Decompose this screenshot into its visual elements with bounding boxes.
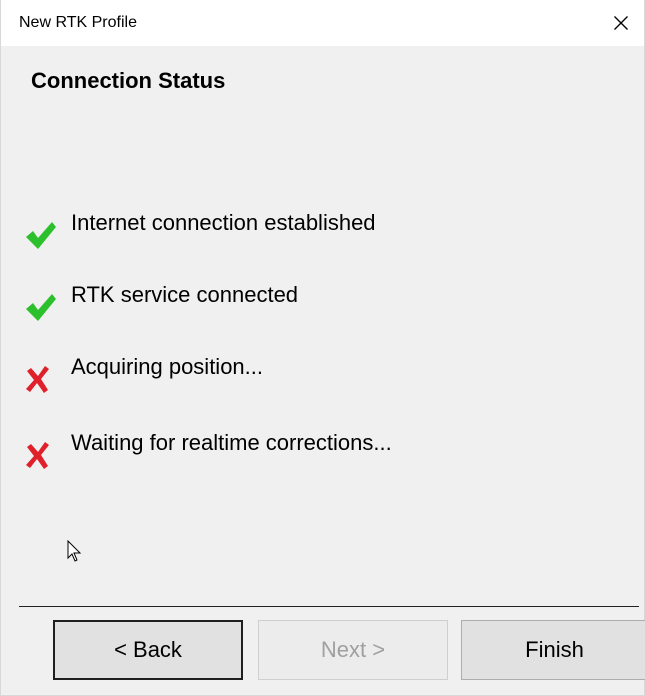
status-item-internet: Internet connection established	[1, 210, 601, 250]
page-heading: Connection Status	[31, 68, 226, 93]
status-item-acquiring-position: Acquiring position...	[1, 354, 601, 394]
status-item-rtk-service: RTK service connected	[1, 282, 601, 322]
mouse-cursor-icon	[67, 540, 82, 562]
x-mark-icon	[26, 442, 49, 469]
status-label: Waiting for realtime corrections...	[71, 430, 392, 455]
title-bar: New RTK Profile	[1, 0, 644, 46]
status-item-realtime-corrections: Waiting for realtime corrections...	[1, 430, 601, 470]
checkmark-icon	[26, 222, 56, 249]
status-label: RTK service connected	[71, 282, 299, 307]
status-label: Acquiring position...	[71, 354, 263, 379]
next-button[interactable]: Next >	[258, 620, 448, 680]
x-mark-icon	[26, 366, 49, 393]
finish-button[interactable]: Finish	[461, 620, 645, 680]
close-button[interactable]	[598, 0, 644, 46]
checkmark-icon	[26, 294, 56, 321]
close-icon	[614, 16, 628, 30]
window-title: New RTK Profile	[19, 14, 137, 31]
status-label: Internet connection established	[71, 210, 376, 235]
back-button[interactable]: < Back	[53, 620, 243, 680]
footer-divider	[19, 606, 639, 607]
dialog-window: New RTK Profile Connection Status Intern…	[0, 0, 645, 696]
